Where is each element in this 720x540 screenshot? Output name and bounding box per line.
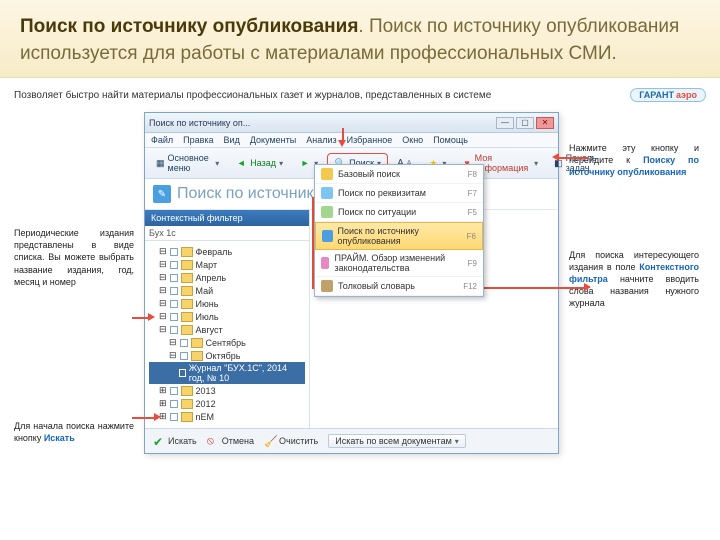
- callout-right-filter: Для поиска интересующего издания в поле …: [569, 249, 699, 310]
- context-filter-header: Контекстный фильтер: [145, 210, 309, 226]
- slide-content: Позволяет быстро найти материалы професс…: [0, 78, 720, 464]
- arrow-head-left2: [154, 413, 161, 421]
- check-icon: ✔: [153, 435, 165, 447]
- callout-left-list: Периодические издания представлены в вид…: [14, 227, 134, 288]
- arrow-to-right1: [559, 157, 589, 159]
- menu-analysis[interactable]: Анализ: [306, 135, 336, 145]
- back-icon: ◄: [235, 157, 247, 169]
- footer-clear-button[interactable]: 🧹Очистить: [264, 435, 318, 447]
- publication-tree[interactable]: ⊟Февраль ⊟Март ⊟Апрель ⊟Май ⊟Июнь ⊟Июль …: [145, 241, 309, 428]
- arrow-head-down: [338, 140, 346, 147]
- top-caption: Позволяет быстро найти материалы професс…: [14, 90, 491, 101]
- source-icon: ✎: [153, 185, 171, 203]
- search-dropdown: Базовый поискF8 Поиск по реквизитамF7 По…: [314, 164, 484, 297]
- tree-selected-item[interactable]: Журнал "БУХ.1С", 2014 год, № 10: [149, 362, 305, 384]
- window-title: Поиск по источнику оп...: [149, 118, 250, 128]
- dropdown-basic-search[interactable]: Базовый поискF8: [315, 165, 483, 184]
- back-button[interactable]: ◄ Назад▾: [230, 155, 288, 171]
- footer-search-all-button[interactable]: Искать по всем документам ▾: [328, 434, 466, 448]
- menu-help[interactable]: Помощь: [433, 135, 468, 145]
- menubar: Файл Правка Вид Документы Анализ Избранн…: [145, 133, 558, 148]
- arrow-head-right1: [552, 153, 559, 161]
- cancel-icon: ⦸: [207, 435, 219, 447]
- menu-file[interactable]: Файл: [151, 135, 173, 145]
- main-menu-button[interactable]: ▦ Основное меню▾: [151, 151, 224, 175]
- slide-header: Поиск по источнику опубликования. Поиск …: [0, 0, 720, 78]
- footer-cancel-button[interactable]: ⦸Отмена: [207, 435, 254, 447]
- dropdown-by-source[interactable]: Поиск по источнику опубликованияF6: [315, 222, 483, 250]
- window-titlebar: Поиск по источнику оп... — ▢ ✕: [145, 113, 558, 133]
- top-caption-row: Позволяет быстро найти материалы професс…: [14, 88, 706, 102]
- clear-icon: 🧹: [264, 435, 276, 447]
- arrow-left2: [132, 417, 156, 419]
- footer-search-button[interactable]: ✔Искать: [153, 435, 197, 447]
- footer-bar: ✔Искать ⦸Отмена 🧹Очистить Искать по всем…: [145, 428, 558, 453]
- dropdown-by-situation[interactable]: Поиск по ситуацииF5: [315, 203, 483, 222]
- dropdown-by-details[interactable]: Поиск по реквизитамF7: [315, 184, 483, 203]
- dropdown-prime[interactable]: ПРАЙМ. Обзор изменений законодательстваF…: [315, 250, 483, 277]
- context-filter-input[interactable]: Бух 1с: [145, 226, 309, 241]
- callouts-left: Периодические издания представлены в вид…: [14, 112, 134, 454]
- left-panel: Контекстный фильтер Бух 1с ⊟Февраль ⊟Мар…: [145, 210, 310, 428]
- slide-title: Поиск по источнику опубликования. Поиск …: [20, 14, 700, 67]
- menu-view[interactable]: Вид: [224, 135, 240, 145]
- forward-icon: ►: [299, 157, 311, 169]
- home-icon: ▦: [156, 157, 165, 169]
- close-button[interactable]: ✕: [536, 117, 554, 129]
- menu-edit[interactable]: Правка: [183, 135, 213, 145]
- maximize-button[interactable]: ▢: [516, 117, 534, 129]
- arrow-head-right2: [584, 283, 591, 291]
- menu-favorites[interactable]: Избранное: [347, 135, 393, 145]
- menu-documents[interactable]: Документы: [250, 135, 296, 145]
- garant-logo: ГАРАНТаэро: [630, 88, 706, 102]
- menu-window[interactable]: Окно: [402, 135, 423, 145]
- title-bold: Поиск по источнику опубликования: [20, 16, 358, 37]
- arrow-head-left1: [148, 313, 155, 321]
- dropdown-dictionary[interactable]: Толковый словарьF12: [315, 277, 483, 296]
- callout-left-search: Для начала поиска нажмите кнопку Искать: [14, 420, 134, 444]
- minimize-button[interactable]: —: [496, 117, 514, 129]
